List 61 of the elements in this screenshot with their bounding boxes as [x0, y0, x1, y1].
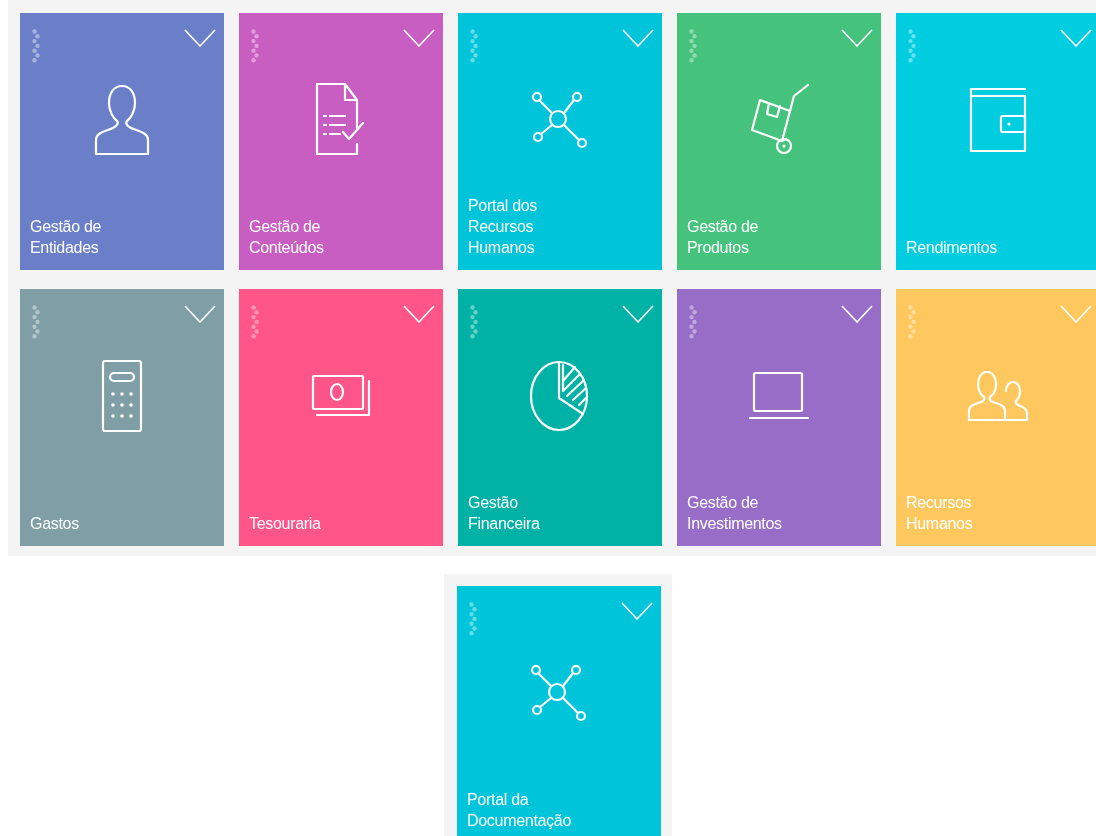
tile-label: Gestão de Produtos [687, 217, 759, 258]
app-tile[interactable]: Portal da Documentação [457, 586, 661, 836]
app-tile[interactable]: Tesouraria [239, 289, 443, 546]
chevron-down-icon [621, 602, 653, 620]
tile-label: Gastos [30, 514, 79, 534]
chevron-down-icon [403, 305, 435, 323]
laptop-icon [748, 369, 810, 422]
app-tile[interactable]: Gestão de Produtos [677, 13, 881, 270]
drag-handle-icon[interactable] [470, 29, 478, 63]
tile-label: Tesouraria [249, 514, 321, 534]
app-tile[interactable]: Gastos [20, 289, 224, 546]
dropdown-chevron[interactable] [184, 29, 216, 47]
drag-handle-icon[interactable] [251, 305, 259, 339]
dropdown-chevron[interactable] [622, 305, 654, 323]
wallet-icon [968, 85, 1028, 154]
app-tile[interactable]: Gestão de Conteúdos [239, 13, 443, 270]
chevron-down-icon [1060, 29, 1092, 47]
chevron-down-icon [184, 29, 216, 47]
app-tile[interactable]: Gestão Financeira [458, 289, 662, 546]
dropdown-chevron[interactable] [403, 305, 435, 323]
tile-label: Rendimentos [906, 238, 997, 258]
drag-handle-icon[interactable] [908, 29, 916, 63]
banknotes-icon [310, 372, 372, 419]
dropdown-chevron[interactable] [621, 602, 653, 620]
tile-label: Gestão de Investimentos [687, 493, 782, 534]
drag-handle-icon[interactable] [251, 29, 259, 63]
drag-handle-icon[interactable] [470, 305, 478, 339]
drag-handle-icon[interactable] [32, 305, 40, 339]
pie-chart-icon [529, 358, 591, 433]
chevron-down-icon [622, 305, 654, 323]
app-tile[interactable]: Gestão de Investimentos [677, 289, 881, 546]
drag-handle-icon[interactable] [689, 29, 697, 63]
tile-label: Portal da Documentação [467, 790, 572, 831]
dropdown-chevron[interactable] [841, 305, 873, 323]
dropdown-chevron[interactable] [403, 29, 435, 47]
app-tile[interactable]: Rendimentos [896, 13, 1096, 270]
chevron-down-icon [184, 305, 216, 323]
drag-handle-icon[interactable] [908, 305, 916, 339]
drag-handle-icon[interactable] [32, 29, 40, 63]
drag-handle-icon[interactable] [469, 602, 477, 636]
chevron-down-icon [622, 29, 654, 47]
drag-handle-icon[interactable] [689, 305, 697, 339]
chevron-down-icon [403, 29, 435, 47]
chevron-down-icon [841, 29, 873, 47]
dropdown-chevron[interactable] [1060, 29, 1092, 47]
chevron-down-icon [841, 305, 873, 323]
calculator-icon [100, 357, 144, 434]
chevron-down-icon [1060, 305, 1092, 323]
tile-label: Portal dos Recursos Humanos [468, 196, 538, 258]
dropdown-chevron[interactable] [622, 29, 654, 47]
tile-label: Recursos Humanos [906, 493, 973, 534]
people-icon [967, 369, 1029, 422]
dropdown-chevron[interactable] [184, 305, 216, 323]
tile-label: Gestão de Entidades [30, 217, 102, 258]
tile-label: Gestão de Conteúdos [249, 217, 324, 258]
app-tile[interactable]: Gestão de Entidades [20, 13, 224, 270]
tile-label: Gestão Financeira [468, 493, 540, 534]
app-tile[interactable]: Portal dos Recursos Humanos [458, 13, 662, 270]
app-tile[interactable]: Recursos Humanos [896, 289, 1096, 546]
dropdown-chevron[interactable] [841, 29, 873, 47]
person-icon [92, 82, 152, 157]
